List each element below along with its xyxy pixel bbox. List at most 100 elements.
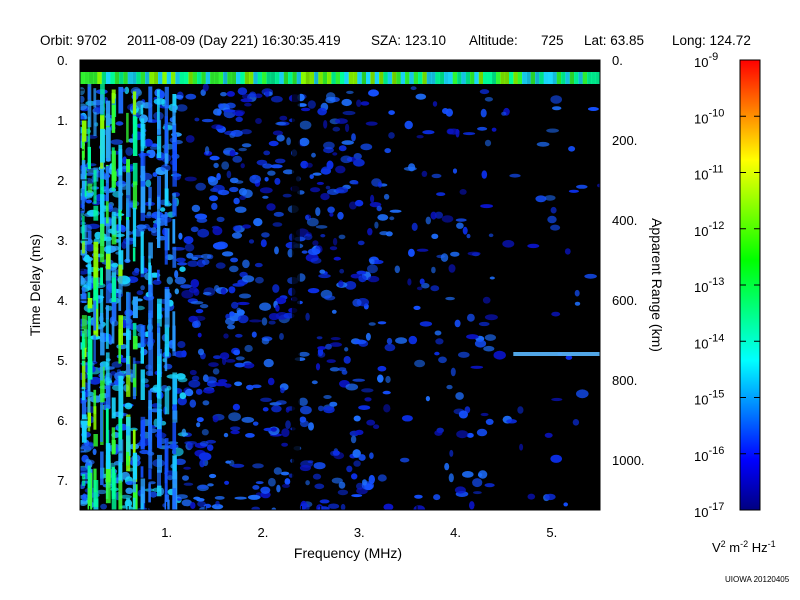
heat-cell <box>484 314 498 321</box>
heat-cell <box>157 470 161 488</box>
heat-cell <box>298 351 310 357</box>
heat-cell <box>394 265 400 274</box>
heat-cell <box>132 91 137 115</box>
heat-cell <box>192 72 198 84</box>
heat-cell <box>436 192 446 197</box>
heat-cell <box>271 95 283 103</box>
heat-cell <box>132 247 136 262</box>
heat-cell <box>178 232 183 240</box>
heat-cell <box>480 412 489 417</box>
heat-cell <box>323 395 332 399</box>
heat-cell <box>459 189 467 195</box>
heat-cell <box>174 276 186 285</box>
heat-cell <box>110 72 116 84</box>
heat-cell <box>87 86 91 100</box>
heat-cell <box>307 100 316 109</box>
heat-cell <box>341 140 354 145</box>
heat-cell <box>292 72 298 84</box>
heat-cell <box>474 339 487 348</box>
heat-cell <box>316 336 323 340</box>
heat-cell <box>118 86 124 114</box>
heat-cell <box>216 173 221 181</box>
heat-cell <box>320 166 332 175</box>
heat-cell <box>140 466 144 478</box>
heat-cell <box>401 415 413 422</box>
heat-gap <box>291 84 300 510</box>
heat-cell <box>210 72 215 84</box>
heat-cell <box>166 72 172 84</box>
heat-cell <box>446 384 453 390</box>
heat-cell <box>200 253 212 259</box>
heat-cell <box>223 333 229 339</box>
heat-cell <box>268 140 279 147</box>
heat-cell <box>272 284 280 293</box>
heat-cell <box>196 498 205 502</box>
heat-cell <box>157 298 162 327</box>
heat-cell <box>87 230 92 245</box>
heat-cell <box>320 234 326 238</box>
heat-cell <box>591 72 597 84</box>
heat-cell <box>355 429 364 436</box>
heat-cell <box>338 145 347 152</box>
heat-cell <box>550 454 562 463</box>
heat-cell <box>136 72 142 84</box>
heat-cell <box>385 375 391 384</box>
heat-cell <box>140 285 145 291</box>
heat-cell <box>81 333 85 366</box>
heat-cell <box>197 332 202 338</box>
heat-cell <box>253 72 259 84</box>
heat-cell <box>530 72 536 84</box>
heat-cell <box>377 374 384 383</box>
heat-cell <box>203 387 215 394</box>
heat-cell <box>376 205 382 212</box>
heat-cell <box>461 72 467 84</box>
heat-cell <box>439 72 445 84</box>
heat-cell <box>367 228 373 236</box>
heat-cell <box>218 379 228 383</box>
heat-cell <box>374 221 379 229</box>
heat-cell <box>84 72 90 84</box>
heat-cell <box>164 388 170 415</box>
heat-cell <box>329 212 334 217</box>
heat-cell <box>259 302 272 311</box>
heat-cell <box>367 275 380 283</box>
heat-cell <box>240 98 253 103</box>
heat-cell <box>356 270 367 275</box>
heat-cell <box>209 473 217 479</box>
heat-cell <box>563 502 568 507</box>
heat-cell <box>223 72 228 84</box>
heat-cell <box>111 319 115 344</box>
heat-cell <box>388 110 395 115</box>
heat-cell <box>140 478 146 504</box>
heat-cell <box>413 505 426 510</box>
heat-cell <box>487 72 493 84</box>
heat-cell <box>164 212 168 226</box>
heat-cell <box>93 406 97 430</box>
heat-cell <box>132 322 137 337</box>
heat-cell <box>174 288 179 295</box>
heat-cell <box>225 359 236 363</box>
heat-cell <box>366 419 376 426</box>
heat-cell <box>255 481 264 485</box>
heat-cell <box>81 241 85 254</box>
heat-cell <box>317 346 326 350</box>
heat-cell <box>233 197 240 205</box>
heat-cell <box>172 219 176 244</box>
heat-cell <box>235 116 243 122</box>
heat-cell <box>535 72 540 84</box>
heat-cell <box>184 176 197 182</box>
heat-cell <box>140 165 145 182</box>
heat-cell <box>552 106 562 111</box>
heat-cell <box>262 163 273 169</box>
heat-cell <box>316 181 324 185</box>
heat-cell <box>574 289 580 297</box>
heat-cell <box>362 479 367 486</box>
heat-cell <box>213 108 222 116</box>
heat-cell <box>382 390 391 395</box>
heat-cell <box>299 464 311 472</box>
heat-cell <box>305 215 310 220</box>
heat-cell <box>261 337 270 345</box>
heat-cell <box>234 362 245 368</box>
heat-cell <box>148 483 151 503</box>
heat-cell <box>332 450 340 456</box>
